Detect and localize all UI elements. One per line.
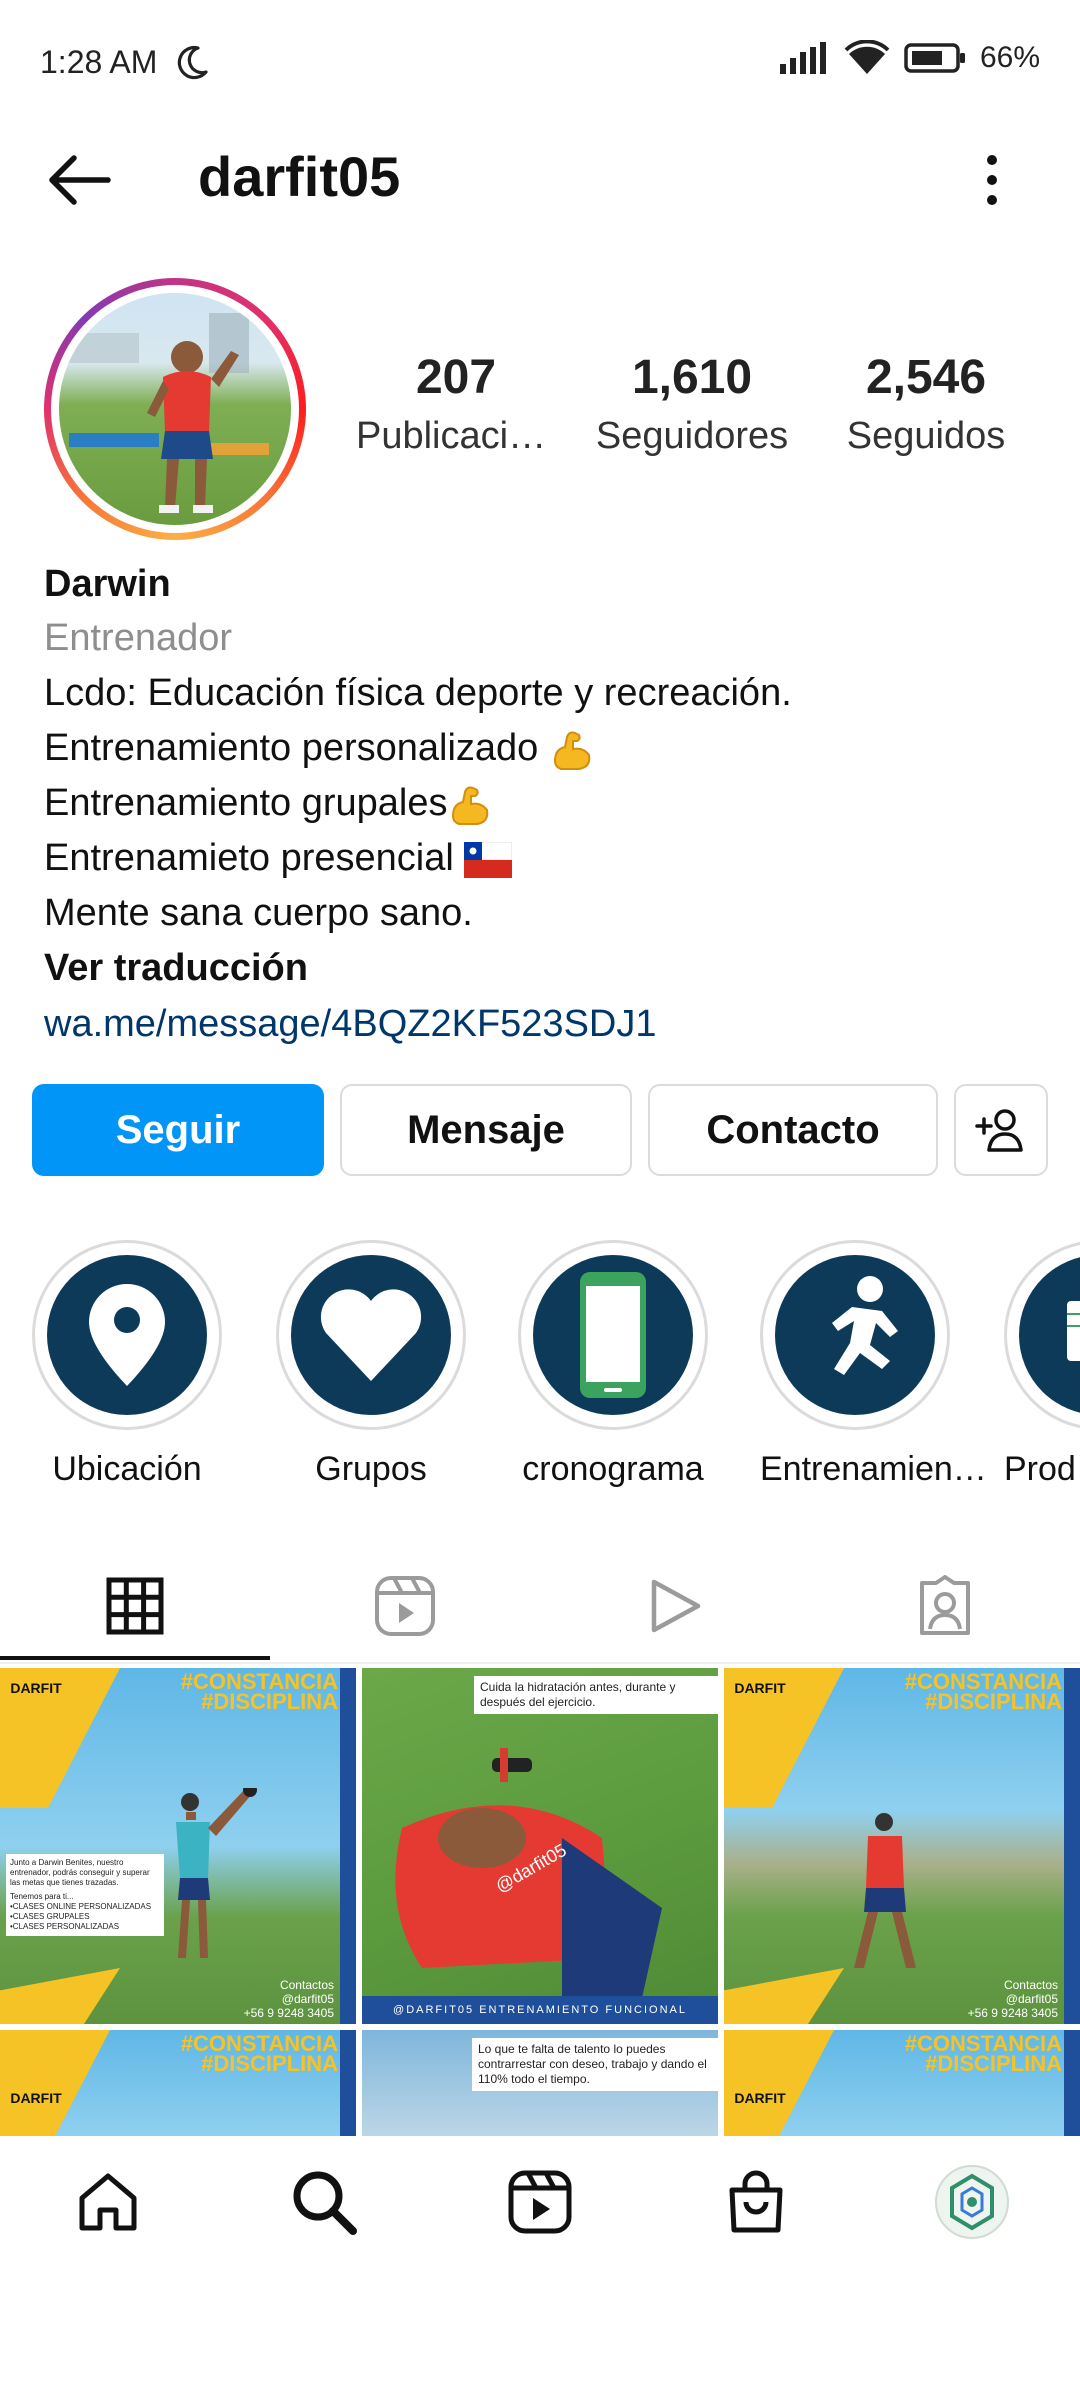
search-icon — [293, 2171, 357, 2235]
phone-icon — [580, 1272, 646, 1398]
highlight-item[interactable]: cronograma — [518, 1240, 708, 1489]
profile-avatar[interactable] — [44, 278, 306, 540]
nav-search[interactable] — [288, 2166, 360, 2238]
post-thumbnail[interactable]: DARFIT #CONSTANCIA #DISCIPLINA Junto a Da… — [0, 1668, 356, 2024]
add-person-icon — [975, 1109, 1023, 1152]
bio-line: Entrenamieto presencial — [44, 831, 1044, 886]
highlight-item[interactable]: Grupos — [276, 1240, 466, 1489]
grid-icon — [106, 1577, 164, 1635]
tab-tagged[interactable] — [810, 1550, 1080, 1662]
highlight-label: Prod — [1004, 1450, 1076, 1488]
message-button[interactable]: Mensaje — [340, 1084, 632, 1176]
moon-icon — [177, 45, 208, 80]
runner-icon — [832, 1276, 898, 1375]
post-text-box: Lo que te falta de talento lo puedes con… — [472, 2038, 718, 2091]
highlight-item[interactable]: Ubicación — [32, 1240, 222, 1489]
bottom-navigation — [0, 2136, 1080, 2270]
battery-percent: 66% — [979, 41, 1040, 74]
reels-icon — [375, 1576, 435, 1636]
home-icon — [79, 2173, 137, 2231]
nav-reels[interactable] — [504, 2166, 576, 2238]
post-contact: Contactos @darfit05 +56 9 9248 3405 — [243, 1978, 334, 2020]
post-hashtags: #CONSTANCIA #DISCIPLINA — [180, 1669, 338, 1714]
back-arrow-icon[interactable] — [44, 150, 112, 210]
post-thumbnail[interactable]: Cuida la hidratación antes, durante y de… — [362, 1668, 718, 2024]
bio-line: Lcdo: Educación física deporte y recreac… — [44, 672, 792, 714]
profile-username: darfit05 — [198, 145, 401, 208]
nav-shop[interactable] — [720, 2166, 792, 2238]
product-icon — [1067, 1301, 1080, 1361]
heart-icon — [320, 1289, 422, 1381]
following-count[interactable]: 2,546 Seguidos — [816, 350, 1036, 458]
tab-posts-grid[interactable] — [0, 1550, 270, 1662]
profile-avatar — [935, 2165, 1009, 2239]
contact-button[interactable]: Contacto — [648, 1084, 938, 1176]
highlight-item[interactable]: Entrenamien… — [760, 1240, 987, 1489]
post-brand: DARFIT — [10, 1680, 62, 1696]
post-brand: DARFIT — [734, 1680, 786, 1696]
highlight-item[interactable]: Prod — [1004, 1240, 1080, 1510]
more-options-icon[interactable] — [975, 152, 1009, 208]
battery-icon — [904, 43, 965, 73]
play-icon — [651, 1579, 701, 1633]
post-contact: Contactos @darfit05 +56 9 9248 3405 — [967, 1978, 1058, 2020]
profile-photo — [59, 293, 291, 525]
athlete-figure — [854, 1813, 916, 1968]
tab-reels[interactable] — [270, 1550, 540, 1662]
shop-icon — [729, 2170, 783, 2233]
bio-line: Entrenamiento grupales — [44, 776, 1044, 831]
see-translation-link[interactable]: Ver traducción — [44, 941, 1044, 996]
signal-icon — [779, 42, 826, 74]
post-text-box: Junto a Darwin Benites, nuestro entrenad… — [6, 1854, 164, 1936]
profile-tabs — [0, 1550, 1080, 1664]
profile-bio: Darwin Entrenador Lcdo: Educación física… — [44, 558, 1044, 1052]
status-icons: 66% — [779, 40, 1040, 76]
posts-count[interactable]: 207 Publicaciones — [346, 350, 566, 458]
follow-button[interactable]: Seguir — [32, 1084, 324, 1176]
chile-flag-icon — [464, 841, 513, 878]
bio-line: Mente sana cuerpo sano. — [44, 892, 473, 934]
bio-line: Entrenamiento personalizado — [44, 721, 1044, 776]
status-time: 1:28 AM — [40, 44, 158, 80]
suggested-accounts-button[interactable] — [954, 1084, 1048, 1176]
followers-count[interactable]: 1,610 Seguidores — [582, 350, 802, 458]
post-footer: @DARFIT05 ENTRENAMIENTO FUNCIONAL — [362, 1996, 718, 2024]
tab-videos[interactable] — [540, 1550, 810, 1662]
post-hashtags: #CONSTANCIA #DISCIPLINA — [904, 1669, 1062, 1714]
active-tab-indicator — [0, 1656, 270, 1660]
nav-home[interactable] — [72, 2166, 144, 2238]
post-thumbnail[interactable]: DARFIT #CONSTANCIA #DISCIPLINA — [0, 2030, 356, 2136]
reels-icon — [508, 2170, 572, 2234]
athlete-figure — [176, 1788, 257, 1958]
wifi-icon — [844, 40, 890, 74]
flexed-biceps-icon — [452, 786, 489, 825]
post-thumbnail[interactable]: Lo que te falta de talento lo puedes con… — [362, 2030, 718, 2136]
profile-name: Darwin — [44, 563, 171, 605]
profile-category: Entrenador — [44, 617, 233, 659]
bio-website-link[interactable]: wa.me/message/4BQZ2KF523SDJ1 — [44, 996, 1044, 1052]
post-thumbnail[interactable]: DARFIT #CONSTANCIA #DISCIPLINA Contactos … — [724, 1668, 1080, 2024]
flexed-biceps-icon — [553, 731, 591, 770]
location-pin-icon — [89, 1284, 165, 1386]
nav-profile[interactable] — [934, 2164, 1010, 2240]
tagged-icon — [920, 1575, 970, 1635]
post-thumbnail[interactable]: DARFIT #CONSTANCIA #DISCIPLINA — [724, 2030, 1080, 2136]
